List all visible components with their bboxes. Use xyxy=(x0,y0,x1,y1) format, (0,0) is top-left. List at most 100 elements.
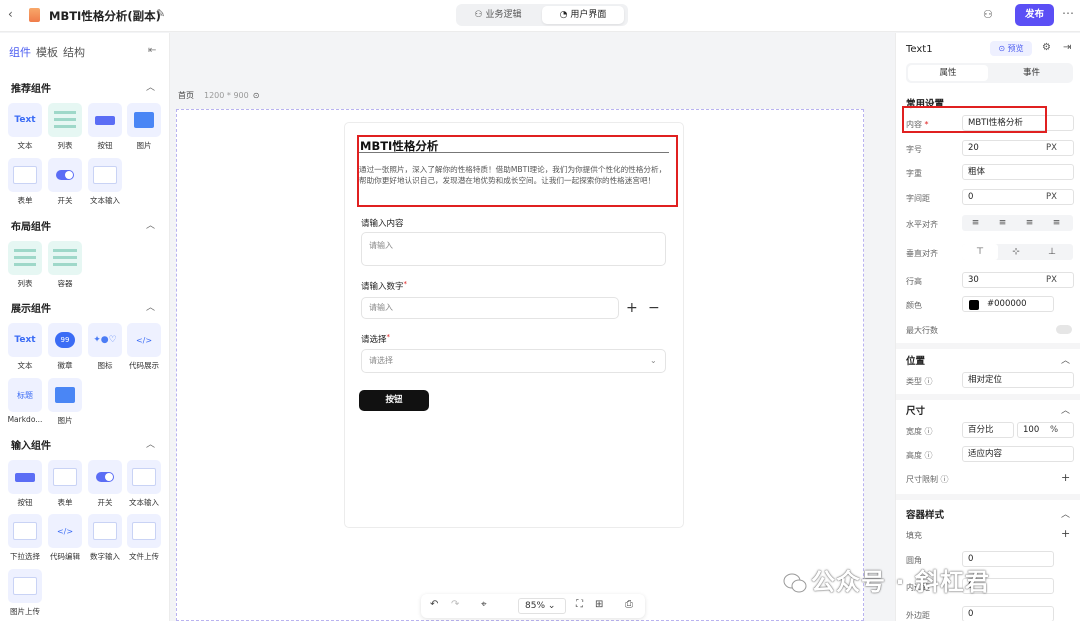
collaborators-icon[interactable]: ⚇ xyxy=(983,8,993,21)
publish-button[interactable]: 发布 xyxy=(1015,4,1054,26)
minus-icon[interactable]: − xyxy=(648,300,660,316)
align-center-icon[interactable]: ≡ xyxy=(989,215,1016,231)
comp-text-input[interactable]: 文本输入 xyxy=(88,158,122,206)
selection-highlight xyxy=(357,135,678,207)
align-justify-icon[interactable]: ≡ xyxy=(1043,215,1070,231)
section-input: 输入组件 xyxy=(11,441,51,452)
comp-image[interactable]: 图片 xyxy=(127,103,161,151)
comp-display-image[interactable]: 图片 xyxy=(48,378,82,426)
settings-icon[interactable]: ⊙ xyxy=(253,91,260,100)
plus-icon[interactable]: + xyxy=(626,300,638,316)
tab-user-interface[interactable]: ◔ 用户界面 xyxy=(542,6,624,24)
logic-icon: ⚇ xyxy=(474,10,483,20)
align-left-icon[interactable]: ≡ xyxy=(962,215,989,231)
export-icon[interactable]: ⎙ xyxy=(625,599,633,610)
width-input[interactable]: 100 xyxy=(1017,422,1074,438)
grid-icon[interactable]: ⊞ xyxy=(595,599,603,610)
height-label: 高度 ⓘ xyxy=(906,451,933,460)
settings-icon[interactable]: ⚙ xyxy=(1042,42,1051,53)
app-title: MBTI性格分析(副本) xyxy=(49,9,161,23)
max-lines-toggle[interactable] xyxy=(1056,325,1072,334)
height-select[interactable]: 适应内容 xyxy=(962,446,1074,462)
chevron-up-icon[interactable]: ︿ xyxy=(146,437,155,450)
comp-form[interactable]: 表单 xyxy=(8,158,42,206)
margin-input[interactable]: 0 xyxy=(962,606,1054,621)
comp-input-text[interactable]: 文本输入 xyxy=(127,460,161,508)
margin-label: 外边距 xyxy=(906,611,930,620)
textarea-input[interactable]: 请输入 xyxy=(361,232,666,266)
line-height-input[interactable]: 30 xyxy=(962,272,1074,288)
chevron-up-icon[interactable]: ︿ xyxy=(146,80,155,93)
canvas-button[interactable]: 按钮 xyxy=(359,390,429,411)
tab-components[interactable]: 组件 xyxy=(9,46,31,59)
add-icon[interactable]: + xyxy=(1061,471,1070,484)
h-align-label: 水平对齐 xyxy=(906,220,938,229)
comp-list[interactable]: 列表 xyxy=(48,103,82,151)
chevron-up-icon[interactable]: ︿ xyxy=(146,300,155,313)
collapse-panel-icon[interactable]: ⇤ xyxy=(148,45,156,56)
position-type-select[interactable]: 相对定位 xyxy=(962,372,1074,388)
position-type-label: 类型 ⓘ xyxy=(906,377,933,386)
chevron-up-icon[interactable]: ︿ xyxy=(1061,403,1070,416)
undo-icon[interactable]: ↶ xyxy=(430,599,438,610)
preview-button[interactable]: ⊙ 预览 xyxy=(990,41,1032,56)
back-icon[interactable]: ‹ xyxy=(8,7,13,21)
comp-icon[interactable]: ✦●♡ 图标 xyxy=(88,323,122,371)
zoom-select[interactable]: 85% ⌄ xyxy=(518,598,566,614)
comp-button[interactable]: 按钮 xyxy=(88,103,122,151)
tab-properties[interactable]: 属性 xyxy=(908,65,988,81)
comp-input-button[interactable]: 按钮 xyxy=(8,460,42,508)
align-top-icon[interactable]: ⊤ xyxy=(962,244,998,260)
redo-icon[interactable]: ↷ xyxy=(451,599,459,610)
comp-container[interactable]: 容器 xyxy=(48,241,82,289)
breadcrumb-home[interactable]: 首页 xyxy=(178,91,194,100)
view-switcher: ⚇ 业务逻辑 ◔ 用户界面 xyxy=(456,4,628,26)
comp-switch[interactable]: 开关 xyxy=(48,158,82,206)
tab-templates[interactable]: 模板 xyxy=(36,46,58,59)
comp-file-upload[interactable]: 文件上传 xyxy=(127,514,161,562)
more-icon[interactable]: ⋯ xyxy=(1062,6,1074,20)
cursor-mode-icon[interactable]: ⌖ xyxy=(481,599,487,610)
canvas-toolbar: ↶ ↷ ⌖ 85% ⌄ ⛶ ⊞ ⎙ xyxy=(421,594,645,618)
section-display: 展示组件 xyxy=(11,304,51,315)
comp-badge[interactable]: 99 徽章 xyxy=(48,323,82,371)
max-lines-label: 最大行数 xyxy=(906,326,938,335)
section-recommended: 推荐组件 xyxy=(11,84,51,95)
font-size-input[interactable]: 20 xyxy=(962,140,1074,156)
field-label-content: 请输入内容 xyxy=(361,219,404,229)
comp-code-display[interactable]: </> 代码展示 xyxy=(127,323,161,371)
comp-text[interactable]: Text 文本 xyxy=(8,103,42,151)
chevron-up-icon[interactable]: ︿ xyxy=(1061,353,1070,366)
tab-business-logic[interactable]: ⚇ 业务逻辑 xyxy=(460,6,536,24)
tab-events[interactable]: 事件 xyxy=(992,65,1071,81)
letter-spacing-input[interactable]: 0 xyxy=(962,189,1074,205)
edit-title-icon[interactable]: ✎ xyxy=(156,7,165,20)
align-bottom-icon[interactable]: ⊥ xyxy=(1034,244,1070,260)
chevron-up-icon[interactable]: ︿ xyxy=(1061,507,1070,520)
unit-percent: % xyxy=(1050,425,1059,435)
unit-px: PX xyxy=(1046,192,1057,202)
comp-code-editor[interactable]: </> 代码编辑 xyxy=(48,514,82,562)
comp-dropdown[interactable]: 下拉选择 xyxy=(8,514,42,562)
comp-image-upload[interactable]: 图片上传 xyxy=(8,569,42,617)
left-tabs: 组件 模板 结构 xyxy=(9,44,90,60)
align-middle-icon[interactable]: ⊹ xyxy=(998,244,1034,260)
comp-markdown[interactable]: 标题 Markdo... xyxy=(8,378,42,424)
font-weight-select[interactable]: 粗体 xyxy=(962,164,1074,180)
comp-input-form[interactable]: 表单 xyxy=(48,460,82,508)
width-label: 宽度 ⓘ xyxy=(906,427,933,436)
tab-structure[interactable]: 结构 xyxy=(63,46,85,59)
comp-display-text[interactable]: Text 文本 xyxy=(8,323,42,371)
width-unit-select[interactable]: 百分比 xyxy=(962,422,1014,438)
select-dropdown[interactable]: 请选择 xyxy=(361,349,666,373)
panel-toggle-icon[interactable]: ⇥ xyxy=(1063,42,1071,53)
number-input[interactable]: 请输入 xyxy=(361,297,619,319)
comp-number-input[interactable]: 数字输入 xyxy=(88,514,122,562)
comp-input-switch[interactable]: 开关 xyxy=(88,460,122,508)
align-right-icon[interactable]: ≡ xyxy=(1016,215,1043,231)
fit-screen-icon[interactable]: ⛶ xyxy=(576,599,583,610)
comp-layout-list[interactable]: 列表 xyxy=(8,241,42,289)
chevron-up-icon[interactable]: ︿ xyxy=(146,218,155,231)
color-swatch[interactable] xyxy=(969,300,979,310)
add-icon[interactable]: + xyxy=(1061,527,1070,540)
